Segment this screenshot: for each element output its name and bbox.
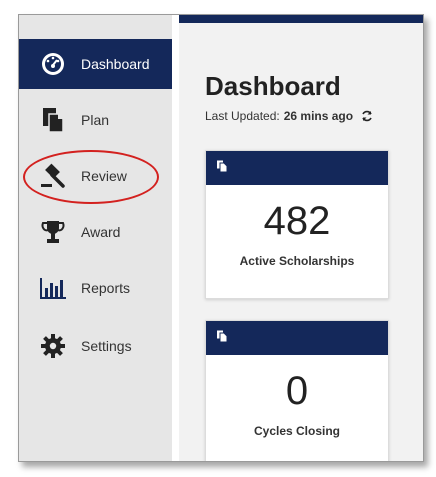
sidebar-item-label: Review [81,168,127,184]
sidebar-item-award[interactable]: Award [19,207,172,257]
card-caption: Active Scholarships [239,254,355,268]
documents-icon [216,159,228,177]
last-updated-label: Last Updated: [205,109,280,123]
refresh-icon[interactable] [361,110,373,122]
last-updated-value: 26 mins ago [283,109,354,123]
gear-icon [39,332,67,360]
sidebar-item-label: Reports [81,280,131,296]
main-content: Dashboard Last Updated: 26 mins ago 482 … [179,23,423,461]
sidebar-item-label: Dashboard [81,56,150,72]
sidebar-item-plan[interactable]: Plan [19,95,172,145]
dashboard-gauge-icon [39,50,67,78]
sidebar-item-dashboard[interactable]: Dashboard [19,39,172,89]
sidebar-item-settings[interactable]: Settings [19,321,172,371]
sidebar-item-label: Award [81,224,121,240]
card-header [206,151,388,185]
card-caption: Cycles Closing [253,424,341,438]
card-header [206,321,388,355]
stat-card-active-scholarships[interactable]: 482 Active Scholarships [205,150,389,299]
sidebar-item-reports[interactable]: Reports [19,263,172,313]
app-window: Dashboard Plan Review Award Reports Sett… [18,14,424,462]
sidebar-divider [172,15,179,461]
card-value: 0 [285,369,309,413]
gavel-icon [39,162,67,190]
sidebar-item-label: Plan [81,112,110,128]
documents-icon [216,329,228,347]
top-bar [179,15,423,23]
sidebar-item-label: Settings [81,338,132,354]
bar-chart-icon [39,274,67,302]
last-updated: Last Updated: 26 mins ago [205,109,373,123]
sidebar-item-review[interactable]: Review [19,151,172,201]
sidebar: Dashboard Plan Review Award Reports Sett… [19,15,172,461]
stat-card-cycles-closing[interactable]: 0 Cycles Closing [205,320,389,461]
trophy-icon [39,218,67,246]
card-value: 482 [263,199,331,243]
documents-icon [39,106,67,134]
page-title: Dashboard [205,71,341,101]
